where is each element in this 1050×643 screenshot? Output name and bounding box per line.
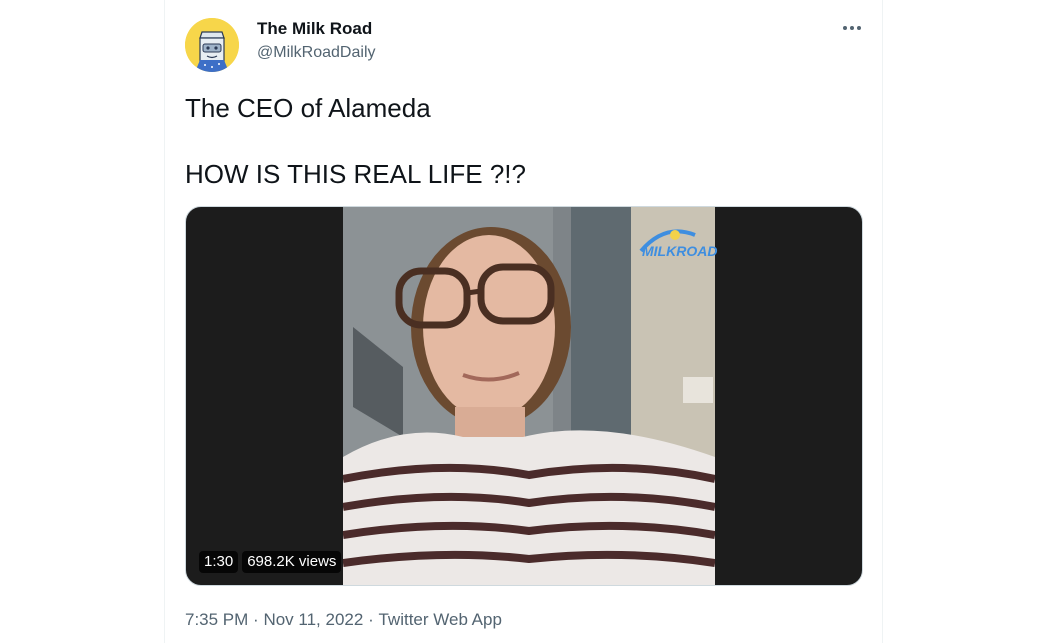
more-horizontal-icon — [843, 26, 861, 30]
tweet-date[interactable]: Nov 11, 2022 — [263, 610, 363, 630]
tweet-source[interactable]: Twitter Web App — [378, 610, 501, 630]
video-player[interactable]: MILKROAD 1:30 698.2K views — [185, 206, 863, 586]
tweet-metadata: 7:35 PM · Nov 11, 2022 · Twitter Web App — [185, 610, 502, 630]
milk-carton-icon — [185, 18, 239, 72]
video-views: 698.2K views — [242, 551, 342, 573]
video-watermark: MILKROAD — [642, 243, 718, 259]
tweet-time[interactable]: 7:35 PM — [185, 610, 248, 630]
video-thumbnail — [343, 207, 715, 585]
separator: · — [368, 610, 374, 629]
tweet-text: The CEO of Alameda HOW IS THIS REAL LIFE… — [185, 93, 526, 189]
more-button[interactable] — [836, 16, 868, 40]
display-name[interactable]: The Milk Road — [257, 19, 372, 39]
video-badges: 1:30 698.2K views — [199, 551, 342, 573]
user-handle[interactable]: @MilkRoadDaily — [257, 44, 376, 62]
video-frame — [343, 207, 715, 585]
separator: · — [253, 610, 259, 629]
video-duration: 1:30 — [199, 551, 239, 573]
avatar[interactable] — [185, 18, 239, 72]
